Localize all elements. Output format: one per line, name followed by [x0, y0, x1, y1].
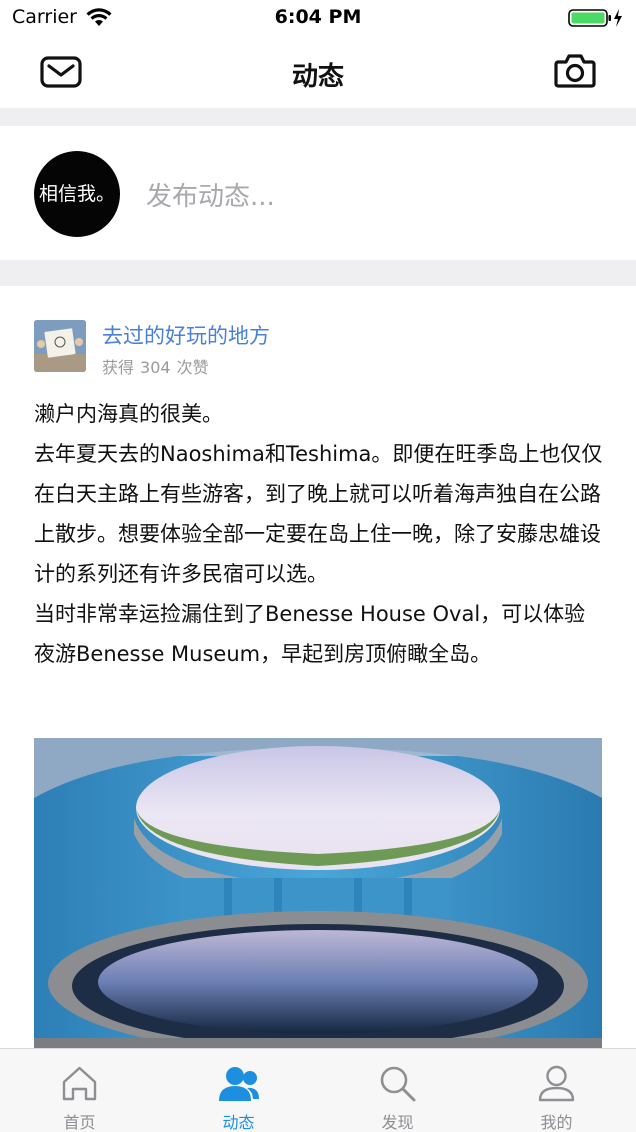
post-thumbnail[interactable]: [34, 320, 86, 372]
likes-number: 304: [140, 358, 171, 377]
post-composer[interactable]: 相信我。 发布动态...: [0, 126, 636, 260]
likes-prefix: 获得: [102, 358, 135, 377]
post-paragraph: 濑户内海真的很美。: [34, 402, 223, 426]
compose-placeholder[interactable]: 发布动态...: [146, 176, 275, 213]
tab-feed[interactable]: 动态: [159, 1049, 318, 1132]
tab-bar: 首页 动态 发现 我的: [0, 1048, 636, 1132]
clock: 6:04 PM: [274, 6, 362, 28]
avatar[interactable]: 相信我。: [34, 151, 120, 237]
section-divider: [0, 260, 636, 286]
page-title: 动态: [291, 62, 344, 92]
home-icon: [62, 1066, 97, 1101]
tab-me[interactable]: 我的: [477, 1049, 636, 1132]
post-paragraph: 当时非常幸运捡漏住到了Benesse House Oval，可以体验夜游Bene…: [34, 602, 586, 666]
feed-post: 去过的好玩的地方 获得 304 次赞 濑户内海真的很美。 去年夏天去的Naoshim…: [0, 286, 636, 1048]
nav-bar: 动态: [0, 36, 636, 108]
tab-label: 首页: [63, 1113, 96, 1132]
likes-count: 获得 304 次赞: [102, 354, 215, 378]
post-photo[interactable]: [34, 738, 602, 1048]
tab-home[interactable]: 首页: [0, 1049, 159, 1132]
post-paragraph: 去年夏天去的Naoshima和Teshima。即便在旺季岛上也仅仅在白天主路上有…: [34, 442, 603, 586]
tab-discover[interactable]: 发现: [318, 1049, 477, 1132]
tab-label: 动态: [222, 1113, 255, 1132]
people-icon: [219, 1067, 259, 1101]
post-body: 濑户内海真的很美。 去年夏天去的Naoshima和Teshima。即便在旺季岛上…: [34, 394, 606, 674]
likes-suffix: 次赞: [176, 358, 209, 377]
section-divider: [0, 108, 636, 126]
tab-label: 我的: [540, 1113, 573, 1132]
post-title-link[interactable]: 去过的好玩的地方: [102, 320, 270, 350]
search-icon: [380, 1066, 416, 1102]
thumbnail-image: [34, 320, 86, 372]
status-bar: Carrier 6:04 PM: [0, 0, 636, 36]
person-icon: [538, 1065, 575, 1102]
pool-photo: [34, 738, 602, 1048]
camera-icon[interactable]: [554, 52, 596, 88]
tab-label: 发现: [381, 1113, 414, 1132]
battery-icon: [568, 9, 622, 27]
